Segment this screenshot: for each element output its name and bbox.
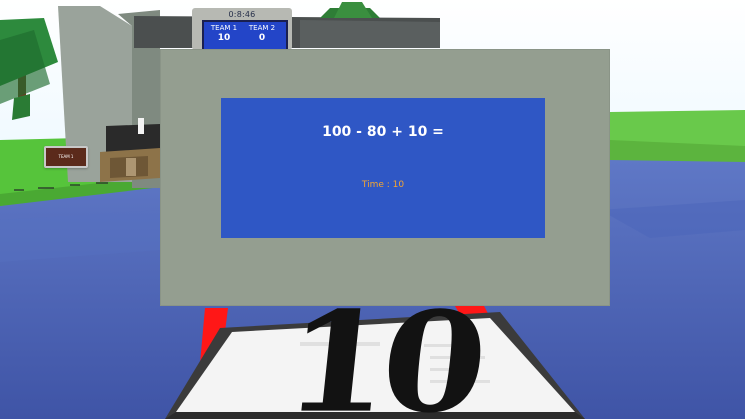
team-2: TEAM 2 0 bbox=[242, 24, 282, 43]
floor-pad-number: 10 bbox=[277, 281, 488, 419]
scoreboard: 0:8:46 TEAM 1 10 TEAM 2 0 bbox=[192, 8, 292, 54]
team-1-score: 10 bbox=[217, 33, 231, 43]
game-viewport: TEAM 1 0:8:46 TEAM 1 10 TEAM 2 0 100 - 8… bbox=[0, 0, 745, 419]
team-2-score: 0 bbox=[258, 33, 266, 43]
team-1: TEAM 1 10 bbox=[204, 24, 244, 43]
world-sign: TEAM 1 bbox=[44, 146, 88, 168]
quiz-question: 100 - 80 + 10 = bbox=[322, 124, 444, 140]
quiz-board: 100 - 80 + 10 = Time : 10 bbox=[160, 49, 610, 306]
match-clock: 0:8:46 bbox=[228, 10, 256, 19]
team-2-name: TEAM 2 bbox=[248, 24, 276, 32]
world-sign-label: TEAM 1 bbox=[58, 154, 74, 159]
quiz-timer: Time : 10 bbox=[361, 180, 405, 190]
team-1-name: TEAM 1 bbox=[210, 24, 238, 32]
quiz-screen: 100 - 80 + 10 = Time : 10 bbox=[221, 98, 545, 238]
